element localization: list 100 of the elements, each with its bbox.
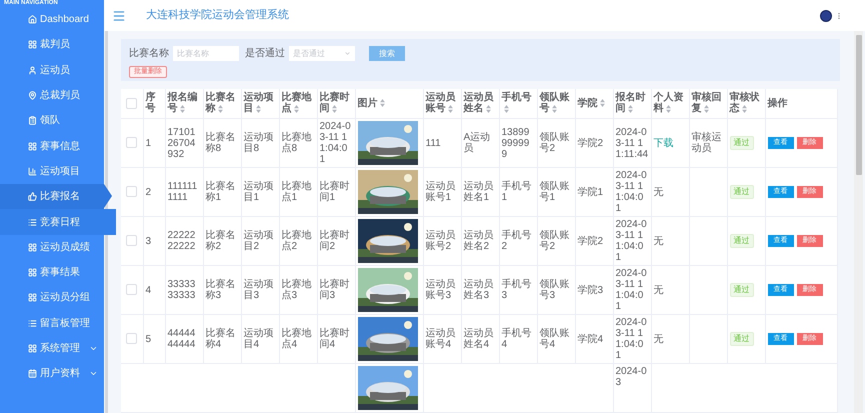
sort-icon[interactable] — [218, 104, 222, 113]
column-header[interactable]: 审核回复 — [689, 88, 727, 118]
column-header[interactable]: 审核状态 — [727, 88, 765, 118]
column-header[interactable]: 报名时间 — [613, 88, 651, 118]
sort-icon[interactable] — [380, 99, 384, 108]
table-cell: 运动项目8 — [241, 118, 279, 168]
sidebar-item[interactable]: Dashboard — [0, 7, 104, 32]
table-cell: 无 — [651, 266, 689, 314]
avatar[interactable] — [820, 10, 832, 22]
chevron-down-icon — [344, 50, 351, 57]
column-header[interactable]: 领队账号 — [537, 88, 575, 118]
checkbox[interactable] — [126, 137, 138, 148]
status-tag: 通过 — [730, 185, 754, 199]
table-cell: 领队账号3 — [537, 266, 575, 314]
sidebar-item[interactable]: 留言板管理 — [0, 310, 104, 336]
table-cell: 审核运动员 — [689, 118, 727, 168]
app-title: 大连科技学院运动会管理系统 — [146, 8, 289, 24]
menu-icon[interactable] — [112, 8, 126, 22]
table-cell: 比赛地点3 — [279, 266, 317, 314]
grid-icon — [28, 242, 37, 252]
table-cell: 运动员账号3 — [423, 266, 461, 314]
table-cell: 比赛地点8 — [279, 118, 317, 168]
checkbox[interactable] — [126, 333, 138, 344]
grid-icon — [28, 142, 37, 151]
column-header[interactable]: 运动员账号 — [423, 88, 461, 118]
table-cell: 4 — [143, 266, 165, 314]
table-cell: 比赛名称8 — [203, 118, 241, 168]
table-cell: 比赛地点1 — [279, 168, 317, 216]
clipboard-icon — [28, 116, 37, 126]
table-cell: 2024-03 — [613, 364, 651, 412]
table-cell: 运动项目3 — [241, 266, 279, 314]
table-cell: 学院2 — [575, 216, 613, 266]
sidebar-item[interactable]: 用户资料 — [0, 361, 104, 386]
select-field[interactable]: 是否通过 — [289, 46, 355, 61]
checkbox[interactable] — [126, 98, 138, 109]
checkbox[interactable] — [126, 235, 138, 246]
sort-icon[interactable] — [448, 104, 452, 113]
column-header: 序号 — [143, 88, 165, 118]
table-cell: 比赛地点2 — [279, 216, 317, 266]
sort-icon[interactable] — [552, 104, 556, 113]
sort-icon[interactable] — [256, 104, 260, 113]
sort-icon[interactable] — [504, 104, 508, 113]
bar-chart-icon — [28, 166, 37, 176]
table-cell: 无 — [651, 314, 689, 364]
sidebar-item[interactable]: 运动项目 — [0, 158, 104, 184]
table-cell: 运动员账号2 — [423, 216, 461, 266]
table-cell: 领队账号2 — [537, 216, 575, 266]
table-cell: 2024-03-11 11:04:01 — [613, 168, 651, 216]
table-cell: 1 — [143, 118, 165, 168]
table-cell: 领队账号2 — [537, 118, 575, 168]
sort-icon[interactable] — [600, 99, 604, 108]
table-cell: 2024-03-11 11:04:01 — [613, 216, 651, 266]
table-cell: 2024-03-11 11:04:01 — [613, 266, 651, 314]
column-header[interactable]: 手机号 — [499, 88, 537, 118]
list-icon — [28, 318, 37, 328]
sort-icon[interactable] — [332, 104, 336, 113]
table-cell: 1710126704932 — [165, 118, 203, 168]
column-header[interactable]: 学院 — [575, 88, 613, 118]
sort-icon[interactable] — [742, 104, 746, 113]
sort-icon[interactable] — [704, 104, 708, 113]
sidebar-item[interactable]: 赛事信息 — [0, 133, 104, 159]
sort-icon[interactable] — [486, 104, 490, 113]
sort-icon[interactable] — [294, 104, 298, 113]
table-cell: 手机号4 — [499, 314, 537, 364]
grid-icon — [28, 268, 37, 278]
sidebar-item[interactable]: 运动员分组 — [0, 285, 104, 311]
search-button[interactable]: 搜索 — [369, 46, 405, 61]
column-header[interactable]: 比赛时间 — [317, 88, 355, 118]
sidebar-item[interactable]: 竞赛日程 — [0, 209, 116, 235]
table-cell: 1111111111 — [165, 168, 203, 216]
table-cell: 比赛时间1 — [317, 168, 355, 216]
sort-icon[interactable] — [666, 104, 670, 113]
table-cell: 学院4 — [575, 314, 613, 364]
column-header[interactable]: 个人资料 — [651, 88, 689, 118]
field-label: 是否通过 — [245, 46, 285, 61]
sidebar-item[interactable]: 运动员 — [0, 58, 104, 83]
sort-icon[interactable] — [628, 104, 632, 113]
sidebar-item[interactable]: 运动员成绩 — [0, 234, 104, 260]
column-header[interactable]: 运动项目 — [241, 88, 279, 118]
table-cell: 比赛时间4 — [317, 314, 355, 364]
table-cell: 3 — [143, 216, 165, 266]
column-header[interactable]: 报名编号 — [165, 88, 203, 118]
column-header[interactable]: 比赛名称 — [203, 88, 241, 118]
checkbox[interactable] — [126, 186, 138, 198]
grid-icon — [28, 344, 37, 353]
column-header[interactable]: 运动员姓名 — [461, 88, 499, 118]
sidebar-item[interactable]: 赛事结果 — [0, 260, 104, 286]
checkbox[interactable] — [126, 284, 138, 296]
search-field[interactable]: 比赛名称 — [173, 46, 239, 61]
sort-icon[interactable] — [180, 104, 184, 113]
column-header[interactable]: 图片 — [355, 88, 423, 118]
download-link[interactable]: 下载 — [654, 138, 674, 148]
sidebar-item[interactable]: 领队 — [0, 108, 104, 134]
sidebar-item[interactable]: 系统管理 — [0, 336, 104, 362]
table-cell: 手机号3 — [499, 266, 537, 314]
sidebar-item[interactable]: 总裁判员 — [0, 82, 104, 108]
sidebar-item[interactable]: 裁判员 — [0, 32, 104, 58]
column-header[interactable]: 比赛地点 — [279, 88, 317, 118]
scrollbar[interactable] — [854, 31, 863, 413]
table-cell: 运动员姓名3 — [461, 266, 499, 314]
